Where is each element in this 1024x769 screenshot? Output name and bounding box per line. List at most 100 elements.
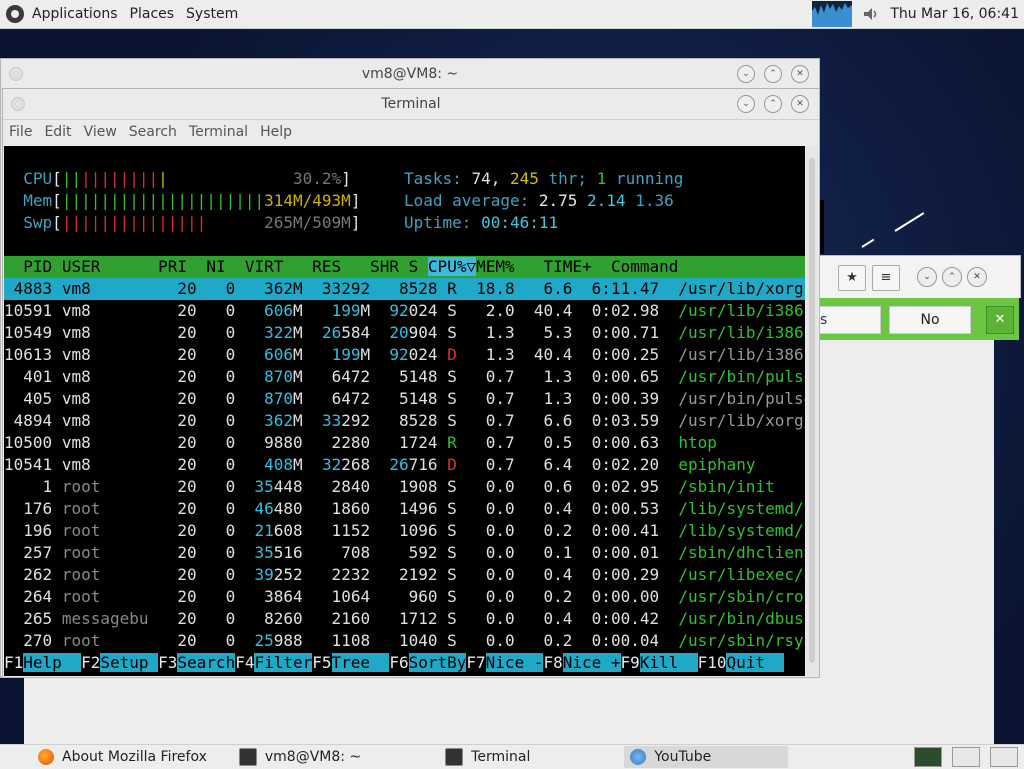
process-row[interactable]: 401 vm8 20 0 870M 6472 5148 S 0.7 1.3 0:… (4, 366, 805, 388)
minimize-icon[interactable]: ⌄ (737, 65, 755, 83)
process-row[interactable]: 10591 vm8 20 0 606M 199M 92024 S 2.0 40.… (4, 300, 805, 322)
process-row[interactable]: 10500 vm8 20 0 9880 2280 1724 R 0.7 0.5 … (4, 432, 805, 454)
fkey-f9[interactable]: F9 (621, 653, 640, 672)
menu-edit[interactable]: Edit (38, 124, 77, 140)
close-icon[interactable]: ✕ (791, 65, 809, 83)
workspace-switcher-icon[interactable] (952, 747, 980, 767)
fkey-f1[interactable]: F1 (4, 653, 23, 672)
menu-search[interactable]: Search (123, 124, 183, 140)
col-user[interactable]: USER (62, 257, 101, 276)
bookmark-star-icon[interactable]: ★ (838, 265, 866, 291)
process-row[interactable]: 262 root 20 0 39252 2232 2192 S 0.0 0.4 … (4, 564, 805, 586)
clock[interactable]: Thu Mar 16, 06:41 (890, 6, 1019, 22)
process-row[interactable]: 10549 vm8 20 0 322M 26584 20904 S 1.3 5.… (4, 322, 805, 344)
menu-places[interactable]: Places (124, 6, 181, 22)
firefox-toolbar: ★ ≡ ⌄ ⌃ ✕ (819, 255, 1021, 298)
scroll-thumb[interactable] (809, 158, 815, 663)
uptime: Uptime: 00:46:11 (404, 213, 559, 232)
fkey-f3[interactable]: F3 (158, 653, 177, 672)
back-window-title: vm8@VM8: ~ (361, 66, 459, 82)
maximize-icon[interactable]: ⌃ (764, 65, 782, 83)
fkey-label[interactable]: Tree (331, 653, 390, 672)
menu-file[interactable]: File (3, 124, 38, 140)
col-ni[interactable]: NI (206, 257, 225, 276)
maximize-icon[interactable]: ⌃ (942, 267, 962, 287)
task-firefox[interactable]: About Mozilla Firefox (32, 746, 213, 768)
fkey-label[interactable]: Quit (726, 653, 785, 672)
fkey-label[interactable]: Setup (100, 653, 159, 672)
process-row[interactable]: 176 root 20 0 46480 1860 1496 S 0.0 0.4 … (4, 498, 805, 520)
fkey-label[interactable]: Kill (639, 653, 698, 672)
process-row[interactable]: 4894 vm8 20 0 362M 33292 8528 S 0.7 6.6 … (4, 410, 805, 432)
task-terminal[interactable]: Terminal (439, 746, 536, 768)
process-table-header[interactable]: PID USER PRI NI VIRT RES SHR S CPU%▽MEM%… (4, 256, 805, 278)
col-cpu[interactable]: CPU%▽ (427, 257, 477, 276)
terminal-menubar: File Edit View Search Terminal Help (3, 119, 819, 145)
show-desktop-icon[interactable] (914, 747, 942, 767)
col-shr[interactable]: SHR (370, 257, 399, 276)
fkey-label[interactable]: Help (23, 653, 82, 672)
firefox-icon (38, 749, 54, 765)
fkey-label[interactable]: Nice - (485, 653, 544, 672)
back-window-titlebar[interactable]: vm8@VM8: ~ ⌄ ⌃ ✕ (1, 59, 819, 90)
taskbar: About Mozilla Firefox vm8@VM8: ~ Termina… (0, 744, 1024, 769)
maximize-icon[interactable]: ⌃ (764, 95, 782, 113)
tasks-summary: Tasks: 74, 245 thr; 1 running (404, 169, 684, 188)
fkey-f5[interactable]: F5 (312, 653, 331, 672)
col-s[interactable]: S (409, 257, 419, 276)
process-row[interactable]: 10613 vm8 20 0 606M 199M 92024 D 1.3 40.… (4, 344, 805, 366)
menu-applications[interactable]: Applications (26, 6, 124, 22)
process-row[interactable]: 264 root 20 0 3864 1064 960 S 0.0 0.2 0:… (4, 586, 805, 608)
fkey-f7[interactable]: F7 (466, 653, 485, 672)
terminal-scrollbar[interactable] (806, 146, 818, 676)
col-command[interactable]: Command (611, 257, 678, 276)
process-row[interactable]: 1 root 20 0 35448 2840 1908 S 0.0 0.6 0:… (4, 476, 805, 498)
col-time[interactable]: TIME+ (544, 257, 592, 276)
terminal-output[interactable]: CPU[||||||||||| 30.2%] Mem[|||||||||||||… (4, 146, 805, 676)
task-youtube[interactable]: YouTube (624, 746, 789, 768)
close-icon[interactable]: ✕ (791, 95, 809, 113)
minimize-icon[interactable]: ⌄ (737, 95, 755, 113)
system-tray (904, 745, 1024, 769)
fkey-label[interactable]: SortBy (408, 653, 467, 672)
terminal-titlebar[interactable]: Terminal ⌄ ⌃ ✕ (3, 89, 819, 120)
process-row[interactable]: 196 root 20 0 21608 1152 1096 S 0.0 0.2 … (4, 520, 805, 542)
fkey-f8[interactable]: F8 (543, 653, 562, 672)
menu-help[interactable]: Help (254, 124, 298, 140)
close-icon[interactable]: ✕ (967, 267, 987, 287)
menu-view[interactable]: View (78, 124, 123, 140)
task-label: About Mozilla Firefox (62, 749, 207, 765)
workspace-switcher-icon[interactable] (990, 747, 1018, 767)
process-row[interactable]: 405 vm8 20 0 870M 6472 5148 S 0.7 1.3 0:… (4, 388, 805, 410)
menu-terminal[interactable]: Terminal (183, 124, 254, 140)
col-virt[interactable]: VIRT (245, 257, 284, 276)
process-row[interactable]: 10541 vm8 20 0 408M 32268 26716 D 0.7 6.… (4, 454, 805, 476)
menu-system[interactable]: System (180, 6, 244, 22)
task-back-terminal[interactable]: vm8@VM8: ~ (233, 746, 367, 768)
no-button[interactable]: No (889, 306, 971, 334)
function-key-bar: F1Help F2Setup F3SearchF4FilterF5Tree F6… (4, 652, 805, 674)
distro-logo-icon[interactable] (6, 5, 24, 23)
process-row[interactable]: 265 messagebu 20 0 8260 2160 1712 S 0.0 … (4, 608, 805, 630)
fkey-f10[interactable]: F10 (698, 653, 727, 672)
cpu-monitor-graph-icon[interactable] (812, 1, 853, 27)
volume-icon[interactable] (862, 5, 880, 23)
process-row[interactable]: 257 root 20 0 35516 708 592 S 0.0 0.1 0:… (4, 542, 805, 564)
col-pri[interactable]: PRI (158, 257, 187, 276)
fkey-label[interactable]: Nice + (562, 653, 621, 672)
notification-close-icon[interactable]: ✕ (986, 306, 1014, 334)
col-res[interactable]: RES (312, 257, 341, 276)
menu-hamburger-icon[interactable]: ≡ (872, 265, 900, 291)
top-panel: Applications Places System Thu Mar 16, 0… (0, 0, 1024, 29)
col-mem[interactable]: MEM% (476, 257, 515, 276)
fkey-label[interactable]: Filter (254, 653, 313, 672)
fkey-f4[interactable]: F4 (235, 653, 254, 672)
fkey-f2[interactable]: F2 (81, 653, 100, 672)
process-row[interactable]: 270 root 20 0 25988 1108 1040 S 0.0 0.2 … (4, 630, 805, 652)
minimize-icon[interactable]: ⌄ (917, 267, 937, 287)
fkey-f6[interactable]: F6 (389, 653, 408, 672)
notification-option-button[interactable]: s (819, 306, 881, 334)
process-row[interactable]: 4883 vm8 20 0 362M 33292 8528 R 18.8 6.6… (4, 278, 805, 300)
fkey-label[interactable]: Search (177, 653, 236, 672)
col-pid[interactable]: PID (23, 257, 52, 276)
